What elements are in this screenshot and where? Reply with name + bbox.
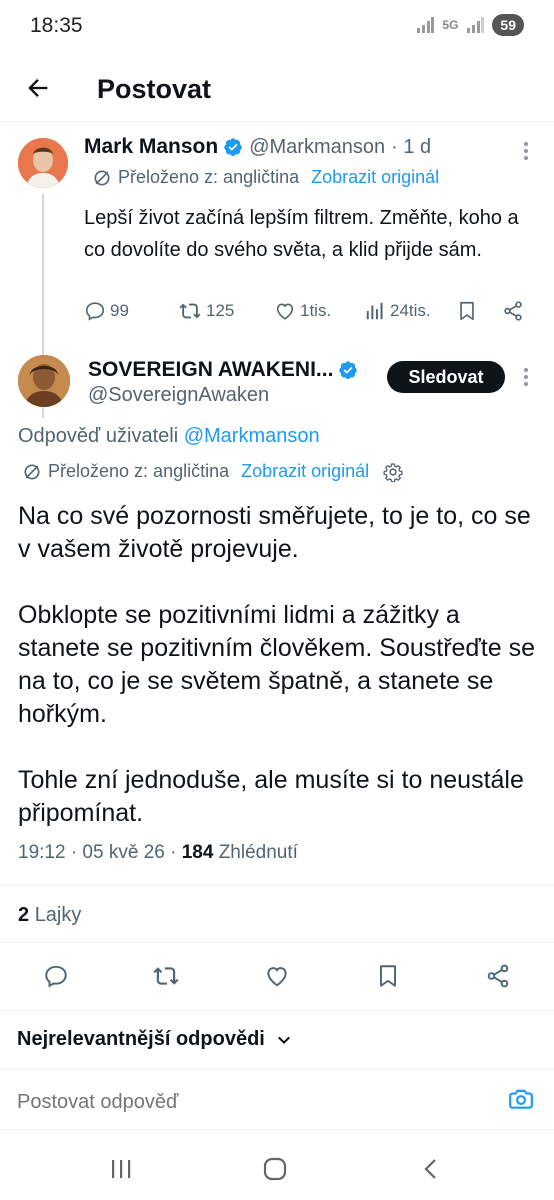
translate-off-icon	[24, 464, 40, 479]
repost-icon	[179, 303, 201, 319]
tweet-timestamp: 19:12 · 05 kvě 26 ·	[18, 842, 177, 863]
parent-tweet[interactable]: Mark Manson @Markmanson · 1 d Přeloženo …	[0, 124, 554, 418]
chevron-down-icon	[277, 1036, 290, 1044]
header: Postovat	[0, 58, 554, 122]
tweet-time: · 1 d	[391, 135, 432, 158]
likes-count: 2	[18, 904, 30, 926]
page-title: Postovat	[97, 74, 212, 104]
like-button[interactable]: 1tis.	[274, 300, 331, 322]
tweet-actions: 99 125 1tis. 24tis.	[84, 300, 534, 330]
status-icons: 5G 59	[416, 14, 524, 36]
status-bar: 18:35 5G 59	[0, 0, 554, 56]
status-time: 18:35	[30, 14, 83, 37]
paragraph-1: Na co své pozornosti směřujete, to je to…	[18, 502, 531, 563]
author-handle: @Markmanson	[249, 135, 386, 158]
more-options-icon[interactable]	[516, 366, 536, 388]
replying-to-prefix: Odpověď uživateli	[18, 425, 179, 447]
sort-replies-dropdown[interactable]: Nejrelevantnější odpovědi	[17, 1028, 293, 1051]
translate-off-icon	[94, 170, 110, 185]
translated-label: Přeloženo z: angličtina	[48, 461, 230, 481]
reply-tweet-actions	[0, 958, 554, 994]
divider	[0, 884, 554, 885]
bookmark-icon	[460, 301, 474, 321]
reply-tweet-header: SOVEREIGN AWAKENI... @SovereignAwaken Sl…	[0, 350, 554, 420]
show-original-link[interactable]: Zobrazit originál	[241, 461, 369, 482]
paragraph-2: Obklopte se pozitivními lidmi a zážitky …	[18, 601, 535, 728]
translated-label: Přeloženo z: angličtina	[118, 167, 300, 187]
gear-icon[interactable]	[383, 462, 403, 482]
like-count: 1tis.	[300, 301, 332, 320]
home-icon[interactable]	[258, 1154, 292, 1184]
repost-icon	[153, 967, 179, 985]
comment-icon	[85, 302, 105, 321]
heart-icon	[267, 967, 287, 987]
back-button[interactable]	[22, 72, 54, 104]
tweet-header: Mark Manson @Markmanson · 1 d	[84, 135, 431, 159]
avatar-sovereign-awaken[interactable]	[18, 355, 70, 407]
reply-author-name-row: SOVEREIGN AWAKENI...	[88, 358, 358, 382]
replying-to-mention[interactable]: @Markmanson	[184, 425, 320, 447]
repost-button[interactable]: 125	[178, 300, 234, 322]
verified-badge-icon	[338, 360, 358, 380]
verified-badge-icon	[223, 137, 243, 157]
reply-button[interactable]: 99	[84, 300, 129, 322]
likes-summary[interactable]: 2 Lajky	[18, 904, 81, 927]
comment-icon	[45, 965, 67, 988]
reply-count: 99	[110, 301, 129, 320]
recent-apps-icon[interactable]	[104, 1154, 138, 1184]
android-nav-bar	[0, 1138, 554, 1200]
replying-to: Odpověď uživateli @Markmanson	[18, 425, 320, 448]
camera-icon[interactable]	[507, 1086, 535, 1117]
like-button[interactable]	[259, 958, 295, 994]
bookmark-button[interactable]	[456, 300, 478, 322]
heart-icon	[276, 303, 294, 320]
tweet-meta: 19:12 · 05 kvě 26 · 184 Zhlédnutí	[18, 842, 298, 864]
reply-author-name[interactable]: SOVEREIGN AWAKENI...	[88, 358, 333, 382]
views-count[interactable]: 184	[182, 842, 214, 863]
more-options-icon[interactable]	[516, 140, 536, 162]
reply-button[interactable]	[38, 958, 74, 994]
repost-button[interactable]	[148, 958, 184, 994]
reply-input[interactable]	[17, 1091, 477, 1114]
reply-tweet-text: Na co své pozornosti směřujete, to je to…	[18, 500, 538, 863]
share-icon	[487, 964, 509, 988]
bookmark-icon	[379, 965, 397, 987]
views-count: 24tis.	[390, 301, 431, 320]
reply-author-handle: @SovereignAwaken	[88, 384, 270, 406]
divider	[0, 942, 554, 943]
back-nav-icon[interactable]	[414, 1154, 448, 1184]
translation-info: Přeloženo z: angličtina Zobrazit originá…	[92, 167, 439, 188]
battery-indicator: 59	[492, 14, 524, 36]
show-original-link[interactable]: Zobrazit originál	[311, 167, 439, 188]
signal-icon-2	[467, 17, 485, 33]
likes-label: Lajky	[34, 904, 82, 926]
follow-button[interactable]: Sledovat	[387, 361, 505, 393]
tweet-text: Lepší život začíná lepším filtrem. Změňt…	[84, 207, 519, 261]
translation-info: Přeloženo z: angličtina Zobrazit originá…	[22, 461, 403, 482]
signal-icon	[417, 17, 435, 33]
sort-label: Nejrelevantnější odpovědi	[17, 1028, 265, 1050]
views-label: Zhlédnutí	[218, 842, 298, 863]
views-button[interactable]: 24tis.	[364, 300, 431, 322]
author-name[interactable]: Mark Manson	[84, 135, 218, 159]
network-type: 5G	[442, 18, 459, 32]
analytics-icon	[366, 302, 383, 320]
paragraph-3: Tohle zní jednoduše, ale musíte si to ne…	[18, 766, 524, 827]
avatar-mark-manson[interactable]	[18, 138, 68, 188]
bookmark-button[interactable]	[370, 958, 406, 994]
arrow-left-icon	[28, 79, 48, 97]
divider	[0, 1010, 554, 1011]
share-button[interactable]	[502, 300, 524, 322]
reply-composer	[0, 1068, 554, 1130]
share-button[interactable]	[480, 958, 516, 994]
share-icon	[504, 301, 522, 321]
repost-count: 125	[206, 301, 235, 320]
